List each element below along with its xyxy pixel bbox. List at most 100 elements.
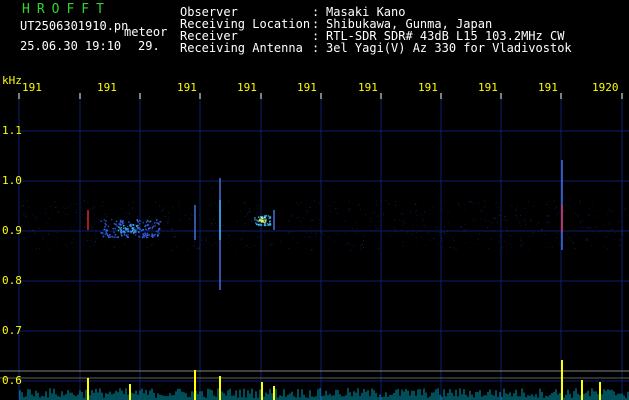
echo-pixel: [110, 219, 113, 221]
noise-pixel: [31, 214, 33, 216]
noise-pixel: [452, 237, 454, 239]
noise-pixel: [231, 244, 233, 246]
noise-pixel: [330, 211, 332, 213]
noise-pixel: [390, 220, 392, 221]
noise-pixel: [25, 215, 27, 217]
noise-pixel: [522, 244, 524, 246]
noise-pixel: [66, 224, 67, 226]
noise-pixel: [35, 218, 37, 220]
noise-pixel: [499, 236, 501, 238]
noise-pixel: [128, 204, 130, 206]
noise-pixel: [607, 233, 609, 235]
noise-pixel: [353, 245, 355, 247]
noise-pixel: [419, 229, 421, 231]
noise-pixel: [175, 236, 176, 237]
noise-pixel: [73, 226, 75, 228]
echo-pixel: [258, 220, 260, 223]
noise-pixel: [465, 242, 467, 244]
noise-pixel: [458, 204, 460, 206]
noise-pixel: [50, 230, 52, 232]
noise-pixel: [586, 240, 588, 242]
noise-pixel: [288, 220, 290, 222]
noise-pixel: [318, 223, 320, 225]
noise-pixel: [345, 232, 347, 234]
noise-pixel: [433, 213, 435, 215]
noise-pixel: [495, 217, 497, 219]
noise-pixel: [416, 232, 418, 234]
noise-pixel: [120, 207, 122, 209]
noise-pixel: [368, 235, 370, 237]
noise-pixel: [511, 238, 513, 240]
noise-pixel: [423, 224, 425, 226]
noise-pixel: [441, 235, 443, 237]
noise-pixel: [215, 205, 217, 207]
echo-pixel: [120, 226, 122, 229]
noise-pixel: [98, 222, 100, 224]
y-axis-unit: kHz: [2, 74, 22, 87]
noise-pixel: [478, 202, 480, 204]
noise-pixel: [455, 248, 457, 250]
noise-pixel: [501, 235, 503, 237]
noise-pixel: [518, 223, 520, 225]
noise-pixel: [243, 243, 245, 245]
noise-pixel: [610, 201, 612, 203]
noise-pixel: [215, 223, 217, 224]
noise-pixel: [242, 233, 244, 234]
noise-pixel: [260, 235, 262, 237]
echo-pixel: [125, 234, 128, 237]
noise-pixel: [607, 230, 609, 232]
noise-pixel: [506, 229, 508, 231]
noise-pixel: [601, 205, 603, 206]
noise-pixel: [45, 239, 47, 241]
echo-pixel: [116, 225, 118, 227]
noise-pixel: [92, 241, 94, 243]
noise-pixel: [407, 232, 409, 234]
noise-pixel: [478, 233, 480, 235]
noise-pixel: [532, 231, 534, 233]
noise-pixel: [349, 242, 351, 244]
y-tick-label: 1.0: [2, 174, 22, 187]
noise-pixel: [194, 241, 196, 243]
noise-pixel: [394, 200, 396, 202]
noise-pixel: [591, 201, 593, 203]
echo-pixel: [113, 222, 116, 225]
noise-pixel: [590, 244, 592, 246]
noise-pixel: [347, 242, 348, 244]
noise-pixel: [126, 222, 127, 224]
noise-pixel: [590, 226, 592, 228]
noise-pixel: [483, 200, 485, 202]
noise-pixel: [50, 205, 52, 207]
echo-pixel: [133, 231, 135, 234]
echo-pixel: [144, 225, 146, 228]
noise-pixel: [43, 238, 44, 240]
echo-pixel: [119, 224, 122, 227]
noise-pixel: [576, 233, 578, 235]
noise-pixel: [583, 230, 585, 232]
noise-pixel: [319, 203, 321, 205]
noise-pixel: [579, 200, 581, 202]
noise-pixel: [288, 232, 290, 234]
noise-pixel: [192, 236, 194, 238]
noise-pixel: [135, 247, 137, 249]
noise-pixel: [297, 217, 299, 219]
noise-pixel: [360, 244, 362, 246]
noise-pixel: [350, 249, 352, 251]
noise-pixel: [472, 218, 474, 220]
spectrogram-window: { "header": { "app_name": "HROFFT", "fil…: [0, 0, 629, 400]
noise-pixel: [360, 208, 362, 210]
noise-pixel: [605, 236, 607, 238]
echo-pixel: [146, 232, 149, 235]
echo-pixel: [111, 235, 113, 238]
echo-pixel: [140, 229, 143, 232]
noise-pixel: [546, 222, 548, 224]
noise-pixel: [168, 217, 170, 219]
noise-pixel: [240, 210, 242, 212]
noise-pixel: [142, 218, 144, 220]
noise-pixel: [581, 220, 583, 222]
echo-pixel: [120, 219, 122, 221]
echo-pixel: [120, 231, 122, 233]
noise-pixel: [302, 229, 304, 231]
noise-pixel: [186, 242, 188, 244]
noise-pixel: [348, 200, 350, 202]
noise-pixel: [196, 248, 198, 250]
